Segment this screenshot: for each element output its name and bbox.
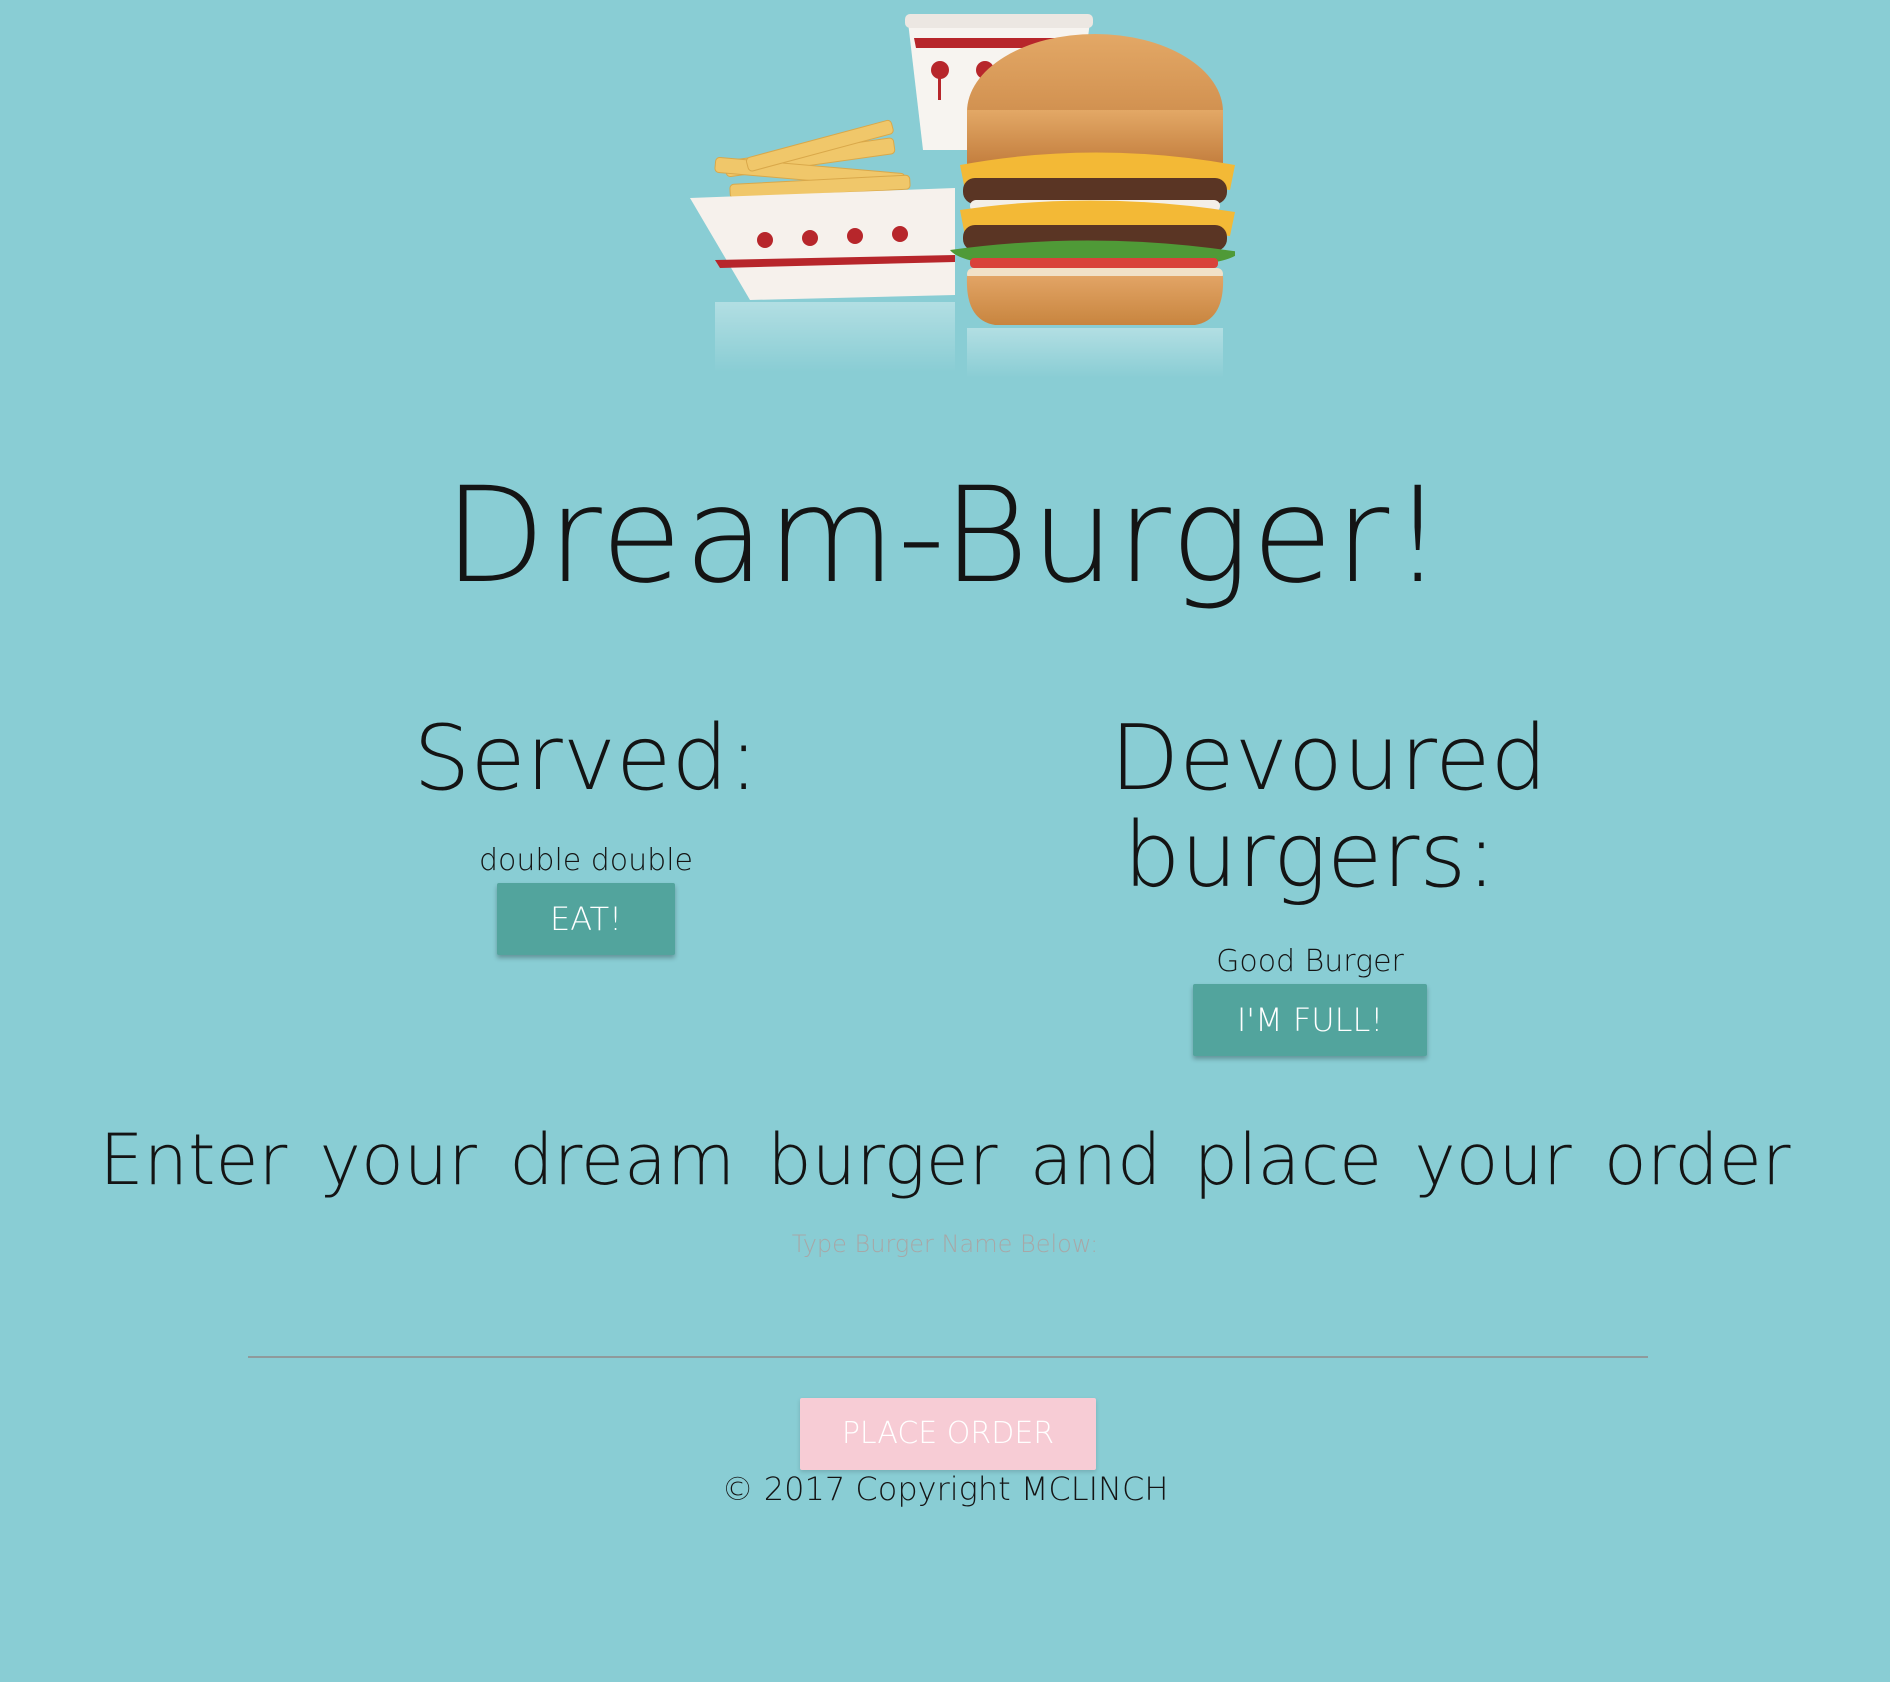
eat-button[interactable]: EAT! [497, 883, 675, 955]
served-column: Served: double double EAT! [386, 710, 786, 955]
served-list-item: double double EAT! [386, 843, 786, 955]
site-title: Dream-Burger! [443, 459, 1447, 613]
burger-fries-drink-image [690, 14, 1235, 378]
footer-copyright: © 2017 Copyright MCLINCH [721, 1470, 1169, 1508]
devoured-column: Devoured burgers: Good Burger I'M FULL! [1110, 706, 1548, 1056]
devoured-heading: Devoured burgers: [1110, 706, 1548, 908]
burger-name-label: Type Burger Name Below: [791, 1230, 1099, 1258]
order-heading: Enter your dream burger and place your o… [99, 1119, 1791, 1201]
place-order-button[interactable]: PLACE ORDER [800, 1398, 1096, 1470]
devoured-list-item: Good Burger I'M FULL! [1110, 944, 1510, 1056]
served-burger-name: double double [478, 843, 694, 878]
served-heading: Served: [413, 706, 759, 811]
burger-name-input[interactable] [248, 1300, 1648, 1358]
devoured-burger-name: Good Burger [1216, 944, 1404, 979]
im-full-button[interactable]: I'M FULL! [1193, 984, 1427, 1056]
hero-image [655, 0, 1235, 385]
